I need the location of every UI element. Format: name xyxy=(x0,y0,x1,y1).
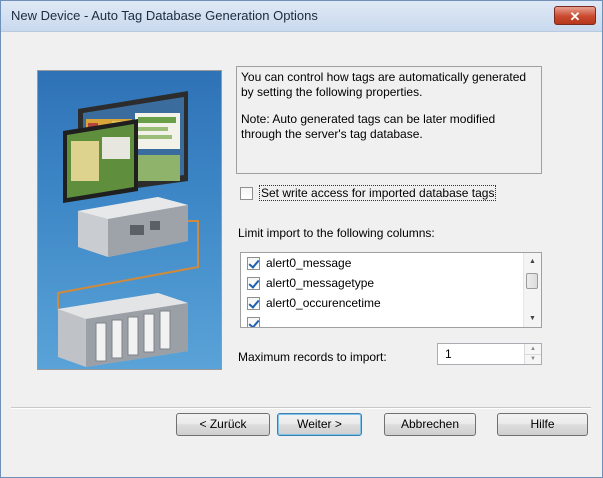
scroll-thumb[interactable] xyxy=(526,273,538,289)
list-item[interactable]: alert0_messagetype xyxy=(241,273,541,293)
column-checkbox[interactable] xyxy=(247,276,260,290)
column-label: alert0_message xyxy=(266,256,352,270)
max-records-label: Maximum records to import: xyxy=(238,350,387,364)
spin-buttons: ▲ ▼ xyxy=(524,344,541,364)
close-icon: ✕ xyxy=(569,9,581,24)
spin-down-icon[interactable]: ▼ xyxy=(525,354,541,364)
info-note: Note: Auto generated tags can be later m… xyxy=(241,112,496,141)
column-checkbox[interactable] xyxy=(247,316,260,327)
next-button[interactable]: Weiter > xyxy=(277,413,362,436)
back-button[interactable]: < Zurück xyxy=(176,413,270,436)
list-item-partial[interactable] xyxy=(241,313,541,327)
cancel-button[interactable]: Abbrechen xyxy=(384,413,476,436)
write-access-option[interactable]: Set write access for imported database t… xyxy=(240,184,497,202)
list-item[interactable]: alert0_message xyxy=(241,253,541,273)
network-diagram-icon xyxy=(57,91,199,367)
button-separator xyxy=(11,407,591,409)
info-description-box: You can control how tags are automatical… xyxy=(236,66,542,174)
column-label: alert0_occurencetime xyxy=(266,296,381,310)
write-access-checkbox[interactable] xyxy=(240,186,253,200)
list-scrollbar[interactable]: ▲ ▼ xyxy=(523,253,541,327)
list-item[interactable]: alert0_occurencetime xyxy=(241,293,541,313)
scroll-up-icon[interactable]: ▲ xyxy=(524,253,541,270)
dialog-window: New Device - Auto Tag Database Generatio… xyxy=(0,0,603,478)
max-records-value[interactable]: 1 xyxy=(445,347,452,361)
column-label: alert0_messagetype xyxy=(266,276,375,290)
info-paragraph: You can control how tags are automatical… xyxy=(241,70,527,99)
column-checkbox[interactable] xyxy=(247,296,260,310)
write-access-label[interactable]: Set write access for imported database t… xyxy=(259,185,497,201)
columns-checklist[interactable]: alert0_message alert0_messagetype alert0… xyxy=(240,252,542,328)
dialog-body: You can control how tags are automatical… xyxy=(1,32,602,477)
window-title: New Device - Auto Tag Database Generatio… xyxy=(11,8,318,23)
columns-list-label: Limit import to the following columns: xyxy=(238,226,435,240)
scroll-down-icon[interactable]: ▼ xyxy=(524,310,541,327)
workstation-plc-illustration xyxy=(37,70,222,370)
title-bar[interactable]: New Device - Auto Tag Database Generatio… xyxy=(1,1,602,32)
help-button[interactable]: Hilfe xyxy=(497,413,588,436)
max-records-stepper[interactable]: 1 ▲ ▼ xyxy=(437,343,542,365)
close-button[interactable]: ✕ xyxy=(554,6,596,25)
column-checkbox[interactable] xyxy=(247,256,260,270)
